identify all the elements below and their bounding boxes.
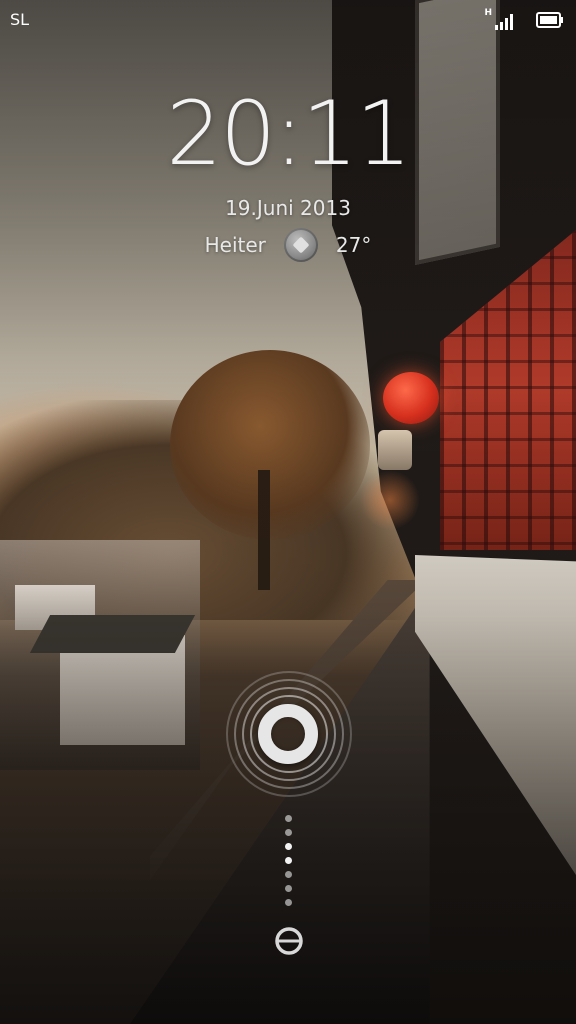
slide-dot — [285, 871, 292, 878]
status-icons: H — [464, 8, 564, 32]
slide-dot — [285, 843, 292, 850]
network-type: H — [484, 8, 492, 18]
slide-dot — [285, 815, 292, 822]
slide-up-dots-icon — [284, 815, 294, 915]
slide-dot — [285, 857, 292, 864]
date-label: 19.Juni 2013 — [225, 196, 351, 220]
status-carrier: SL — [10, 10, 30, 29]
miui-icon[interactable] — [274, 926, 304, 956]
weather-condition: Heiter — [204, 233, 266, 257]
weather-widget: Heiter 27° — [0, 228, 576, 262]
slide-dot — [285, 829, 292, 836]
slide-dot — [285, 899, 292, 906]
slide-dot — [285, 885, 292, 892]
clock-time: 20:11 — [166, 82, 412, 185]
signal-bars-icon — [495, 14, 513, 30]
weather-temperature: 27° — [335, 233, 372, 257]
unlock-handle[interactable] — [258, 704, 318, 764]
weather-icon — [283, 228, 318, 262]
battery-icon — [536, 12, 563, 28]
